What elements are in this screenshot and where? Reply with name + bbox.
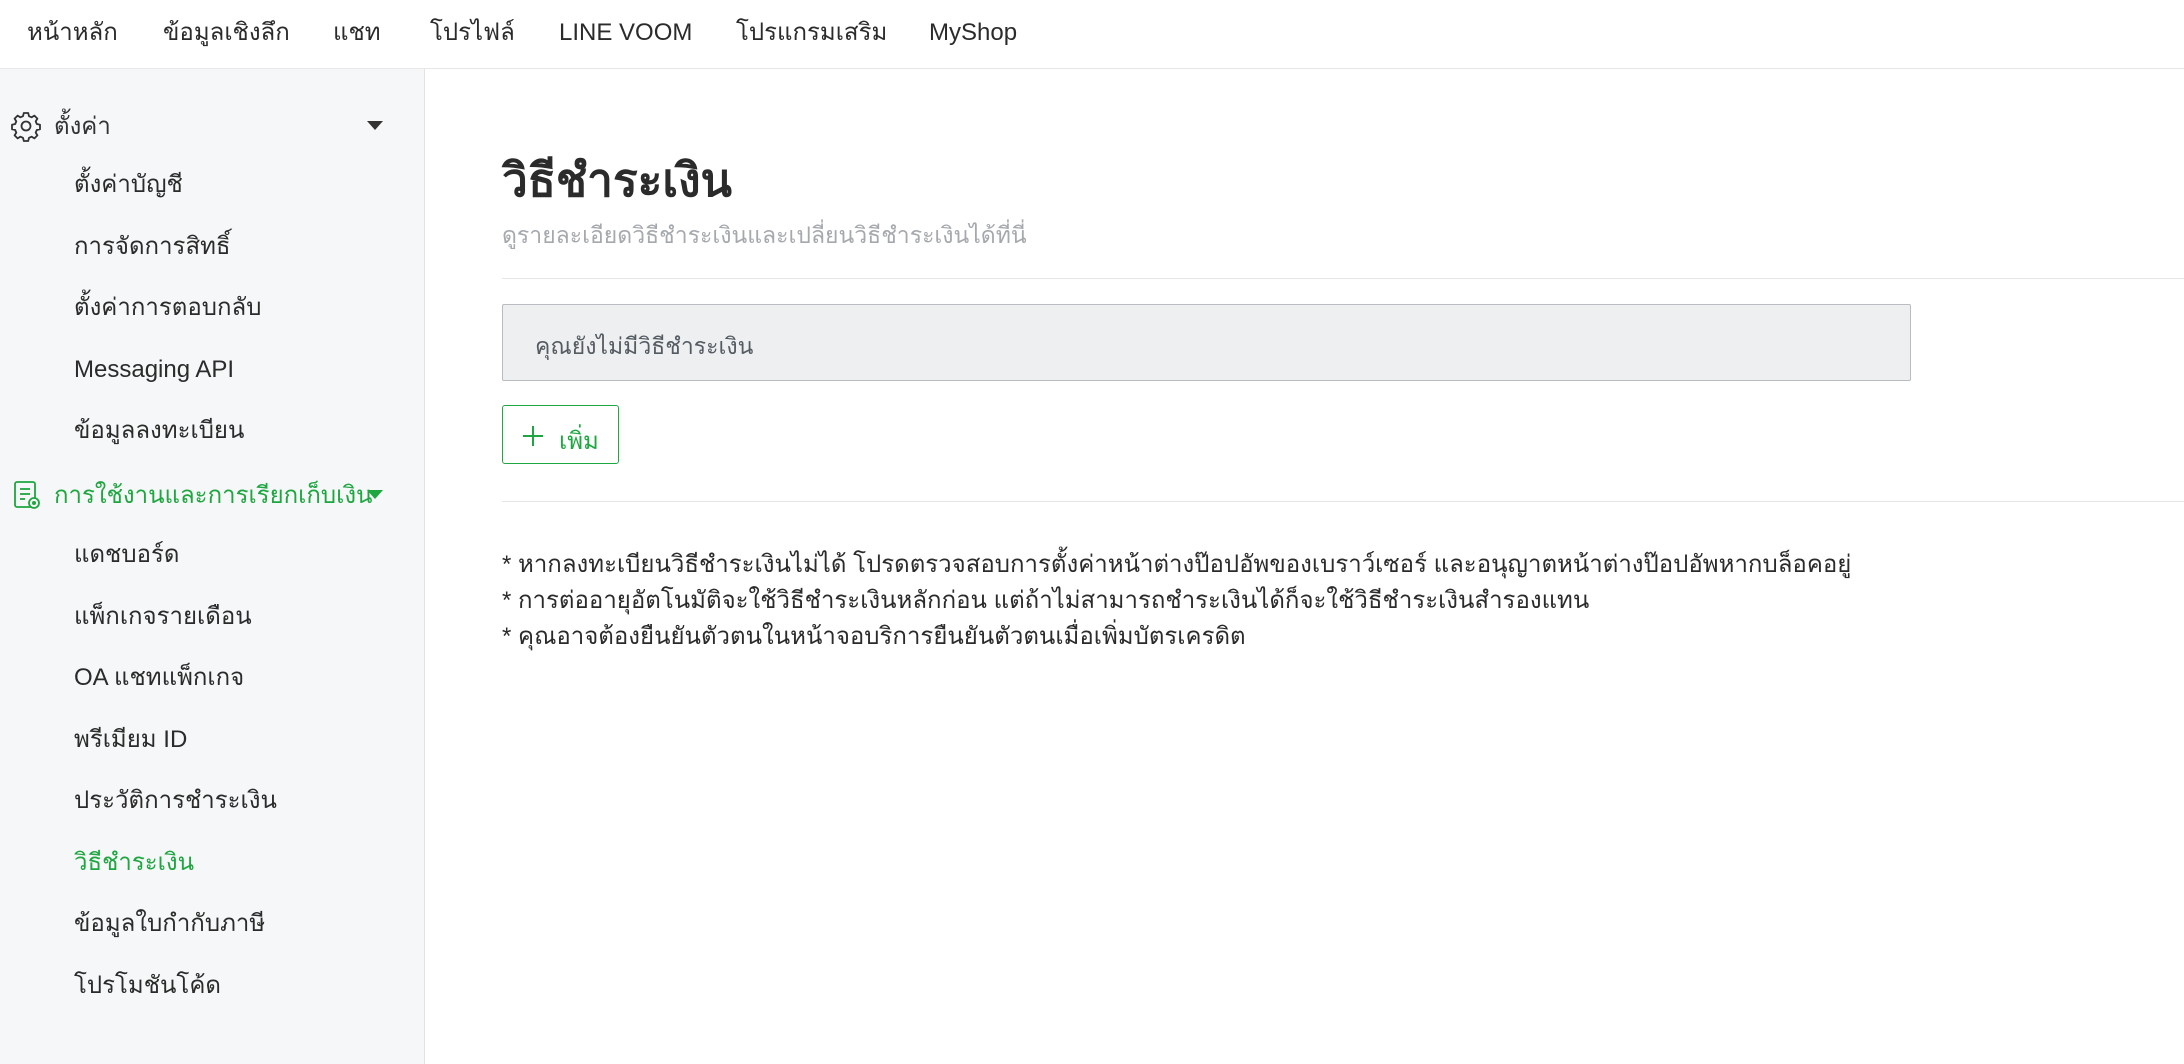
- nav-item-insights[interactable]: ข้อมูลเชิงลึก: [163, 0, 290, 66]
- nav-item-chat[interactable]: แชท: [333, 0, 381, 66]
- add-button-label: เพิ่ม: [559, 428, 599, 455]
- document-icon: [14, 481, 40, 509]
- page-title: วิธีชำระเงิน: [502, 154, 732, 206]
- sidebar-section-label: การใช้งานและการเรียกเก็บเงิน: [54, 481, 373, 509]
- sidebar-item-response-settings[interactable]: ตั้งค่าการตอบกลับ: [74, 286, 261, 330]
- nav-item-extensions[interactable]: โปรแกรมเสริม: [736, 0, 887, 66]
- nav-item-home[interactable]: หน้าหลัก: [27, 0, 118, 66]
- sidebar: ตั้งค่า ตั้งค่าบัญชี การจัดการสิทธิ์ ตั้…: [0, 69, 425, 1064]
- sidebar-section-settings[interactable]: ตั้งค่า: [0, 100, 425, 150]
- sidebar-item-dashboard[interactable]: แดชบอร์ด: [74, 533, 179, 577]
- nav-item-myshop[interactable]: MyShop: [929, 0, 1017, 66]
- sidebar-item-payment-history[interactable]: ประวัติการชำระเงิน: [74, 779, 277, 823]
- gear-icon: [11, 112, 41, 142]
- nav-item-profile[interactable]: โปรไฟล์: [430, 0, 515, 66]
- sidebar-section-label: ตั้งค่า: [54, 112, 111, 140]
- note-auto-renewal: * การต่ออายุอัตโนมัติจะใช้วิธีชำระเงินหล…: [502, 587, 1590, 614]
- empty-payment-methods-box: คุณยังไม่มีวิธีชำระเงิน: [502, 304, 1911, 381]
- sidebar-item-monthly-plan[interactable]: แพ็กเกจรายเดือน: [74, 595, 252, 639]
- sidebar-section-billing[interactable]: การใช้งานและการเรียกเก็บเงิน: [0, 469, 425, 519]
- top-navigation: หน้าหลัก ข้อมูลเชิงลึก แชท โปรไฟล์ LINE …: [0, 0, 2184, 69]
- sidebar-item-tax-invoice-info[interactable]: ข้อมูลใบกำกับภาษี: [74, 902, 265, 946]
- sidebar-item-permissions[interactable]: การจัดการสิทธิ์: [74, 225, 231, 269]
- note-identity-verification: * คุณอาจต้องยืนยันตัวตนในหน้าจอบริการยืน…: [502, 623, 1246, 650]
- divider: [502, 501, 2184, 502]
- sidebar-item-messaging-api[interactable]: Messaging API: [74, 348, 234, 392]
- sidebar-item-premium-id[interactable]: พรีเมียม ID: [74, 718, 187, 762]
- empty-message: คุณยังไม่มีวิธีชำระเงิน: [535, 333, 754, 359]
- sidebar-item-payment-methods[interactable]: วิธีชำระเงิน: [74, 841, 194, 885]
- plus-icon: [523, 426, 543, 446]
- add-payment-method-button[interactable]: เพิ่ม: [502, 405, 619, 464]
- sidebar-item-account-settings[interactable]: ตั้งค่าบัญชี: [74, 163, 183, 207]
- sidebar-item-promo-code[interactable]: โปรโมชันโค้ด: [74, 964, 221, 1008]
- divider: [502, 278, 2184, 279]
- caret-down-icon: [367, 490, 383, 499]
- sidebar-item-oa-chat-package[interactable]: OA แชทแพ็กเกจ: [74, 656, 244, 700]
- page-subtitle: ดูรายละเอียดวิธีชำระเงินและเปลี่ยนวิธีชำ…: [502, 222, 1027, 248]
- sidebar-item-registration-info[interactable]: ข้อมูลลงทะเบียน: [74, 409, 244, 453]
- note-popup-blocker: * หากลงทะเบียนวิธีชำระเงินไม่ได้ โปรดตรว…: [502, 551, 1852, 578]
- caret-down-icon: [367, 121, 383, 130]
- nav-item-line-voom[interactable]: LINE VOOM: [559, 0, 692, 66]
